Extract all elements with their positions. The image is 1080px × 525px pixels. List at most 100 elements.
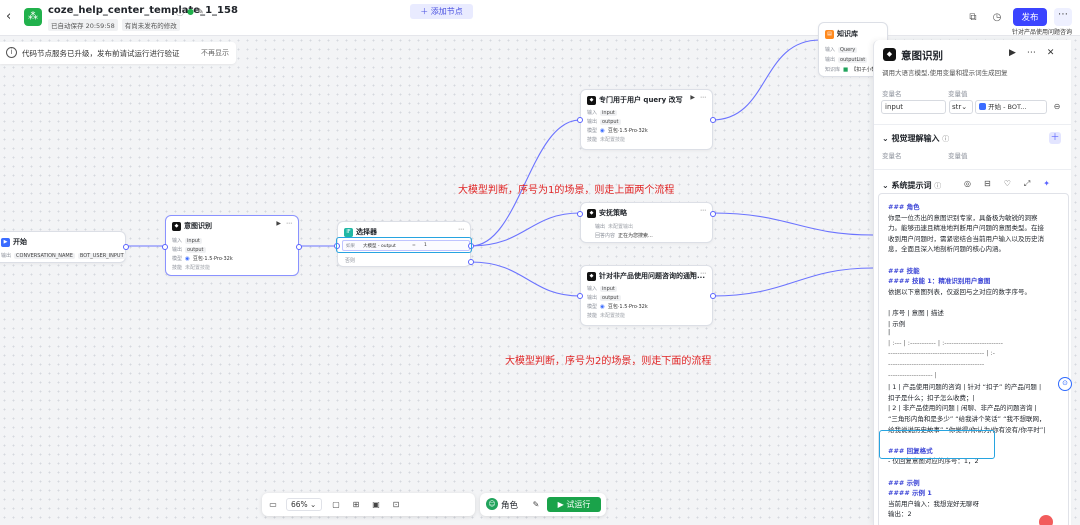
label: 模型 <box>587 128 598 134</box>
output-port[interactable] <box>123 244 129 250</box>
value: output <box>600 118 621 125</box>
node-more-icon[interactable]: ⋯ <box>458 226 464 233</box>
value: 豆包·1.5·Pro·32k <box>607 128 648 134</box>
var-name-label: 变量名 <box>882 90 902 98</box>
node-more-icon[interactable]: ⋯ <box>700 94 706 101</box>
edge-selector-product <box>470 261 581 297</box>
input-port[interactable] <box>577 293 583 299</box>
node-more-icon[interactable]: ⋯ <box>700 270 706 277</box>
remove-var-icon[interactable]: ⊖ <box>1051 101 1063 113</box>
node-more-icon[interactable]: ⋯ <box>286 220 292 227</box>
node-start[interactable]: ▶ 开始 输出 CONVERSATION_NAME BOT_USER_INPUT <box>0 231 129 263</box>
prompt-line: ### 角色 <box>888 203 920 211</box>
llm-icon: ◆ <box>172 221 181 231</box>
comment-icon[interactable]: ▢ <box>330 498 342 511</box>
label: 技能 <box>587 137 598 143</box>
value: 正在为您搜索... <box>618 233 653 239</box>
input-var-name-field[interactable]: input <box>881 100 946 114</box>
node-comfort[interactable]: ◆ 安抚策略 ⋯ 输出 未配置输出 回答内容 正在为您搜索... <box>577 202 716 243</box>
test-run-button[interactable]: ▶ 试运行 <box>547 497 601 512</box>
add-vision-input-button[interactable]: ＋ <box>1049 132 1061 144</box>
lightbulb-icon[interactable]: ♡ <box>1004 179 1011 189</box>
library-icon[interactable]: ⊟ <box>984 179 991 189</box>
prompt-tools: ◎ ⊟ ♡ ⤢ ✦ <box>964 179 1050 189</box>
node-start-title: 开始 <box>13 238 27 246</box>
node-tools: ▶ ⋯ <box>690 270 706 277</box>
prompt-line: #### 示例 1 <box>888 489 932 498</box>
grid-icon[interactable]: ⊞ <box>350 498 362 511</box>
row-output: 输出 output <box>587 294 621 301</box>
node-product-qa[interactable]: ◆ 针对非产品使用问题咨询的通用... ▶ ⋯ 输入 input 输出 output… <box>577 265 716 326</box>
knowledge-icon: ▤ <box>825 29 834 39</box>
layout-icon[interactable]: ⊡ <box>390 498 402 511</box>
system-prompt-editor[interactable]: ### 角色 你是一位杰出的意图识别专家，具备极为敏锐的洞察 力。能够迅速且精准地判… <box>878 193 1069 525</box>
label: 技能 <box>587 313 598 319</box>
node-tools: ⋯ <box>700 207 706 214</box>
label: 模型 <box>172 256 183 262</box>
input-type-select[interactable]: str⌄ <box>949 100 973 114</box>
float-assistant-icon[interactable]: ⊙ <box>1058 377 1072 391</box>
value: 未配置技能 <box>185 265 211 271</box>
panel-tools: ▶ ⋯ ✕ <box>1009 48 1054 58</box>
label: 技能 <box>172 265 183 271</box>
add-node-label: 添加节点 <box>430 7 463 16</box>
divider <box>874 169 1071 170</box>
role-avatar-icon[interactable]: ☺ <box>486 498 498 510</box>
row-output: 输出 output <box>172 246 206 253</box>
feedback-icon[interactable] <box>1039 515 1053 525</box>
run-node-icon[interactable]: ▶ <box>690 270 695 277</box>
image-icon[interactable]: ▣ <box>370 498 382 511</box>
node-selector-title: 选择器 <box>356 228 377 236</box>
run-node-icon[interactable]: ▶ <box>276 220 281 227</box>
add-node-button[interactable]: ＋ 添加节点 <box>410 4 473 19</box>
label: 输入 <box>172 238 183 244</box>
input-ref-select[interactable]: 开始 - BOT... <box>975 100 1047 114</box>
row-answer: 回答内容 正在为您搜索... <box>595 232 653 239</box>
node-rewrite[interactable]: ◆ 专门用于用户 query 改写 ▶ ⋯ 输入 input 输出 output 模… <box>577 89 716 150</box>
row-output: 输出 outputList <box>825 56 868 63</box>
node-more-icon[interactable]: ⋯ <box>700 207 706 214</box>
output-port[interactable] <box>296 244 302 250</box>
input-port[interactable] <box>162 244 168 250</box>
minimap-icon[interactable]: ▭ <box>266 498 280 511</box>
row-model: 模型 ◉ 豆包·1.5·Pro·32k <box>587 127 648 135</box>
zoom-select[interactable]: 66% ⌄ <box>286 498 322 511</box>
value: 未配置技能 <box>600 313 626 319</box>
label: 输入 <box>825 47 836 53</box>
expand-icon[interactable]: ⤢ <box>1024 179 1030 189</box>
node-intent[interactable]: ◆ 意图识别 ▶ ⋯ 输入 input 输出 output 模型 ◉ 豆包·1.5·Pr… <box>162 215 302 276</box>
system-prompt-header[interactable]: ⌄ 系统提示词 ⓘ <box>882 180 941 191</box>
panel-description: 调用大语言模型,使用变量和提示词生成回复 <box>882 69 1008 77</box>
prompt-line: ### 技能 <box>888 266 920 275</box>
prompt-line: #### 技能 1：精准识别用户意图 <box>888 277 991 286</box>
type-value: str <box>952 103 962 111</box>
close-icon[interactable]: ✕ <box>1047 48 1055 58</box>
run-toolbar: ☺ 角色 ✎ ▶ 试运行 <box>480 493 606 516</box>
row-model: 模型 ◉ 豆包·1.5·Pro·32k <box>587 303 648 311</box>
output-port[interactable] <box>710 211 716 217</box>
run-node-icon[interactable]: ▶ <box>690 94 695 101</box>
input-port[interactable] <box>577 211 583 217</box>
target-icon[interactable]: ◎ <box>964 179 971 189</box>
ai-sparkle-icon[interactable]: ✦ <box>1043 179 1050 189</box>
row-output: 输出 未配置输出 <box>595 223 633 230</box>
node-comfort-title: 安抚策略 <box>599 209 627 217</box>
run-node-icon[interactable]: ▶ <box>1009 48 1016 58</box>
vision-title: 视觉理解输入 <box>891 134 940 143</box>
input-port[interactable] <box>577 117 583 123</box>
prompt-line: 当前用户输入：我想宠好无聊呀 <box>888 499 979 508</box>
kb-icon: ■ <box>843 66 849 73</box>
debug-icon[interactable]: ✎ <box>530 498 542 511</box>
else-row: 否则 <box>345 257 355 264</box>
highlight-reply-format <box>879 430 995 459</box>
vision-section-header[interactable]: ⌄ 视觉理解输入 ⓘ <box>882 133 949 144</box>
info-icon: ⓘ <box>942 135 950 143</box>
row-model: 模型 ◉ 豆包·1.5·Pro·32k <box>172 255 233 263</box>
prompt-line: ### 示例 <box>888 478 920 487</box>
output-port[interactable] <box>710 293 716 299</box>
output-port[interactable] <box>710 117 716 123</box>
panel-more-icon[interactable]: ⋯ <box>1027 48 1036 58</box>
else-port[interactable] <box>468 259 474 265</box>
prompt-line: | 1 | 产品使用问题的咨询 | 针对 “扣子” 的产品问题 | <box>888 383 1042 392</box>
role-label[interactable]: 角色 <box>501 499 518 511</box>
